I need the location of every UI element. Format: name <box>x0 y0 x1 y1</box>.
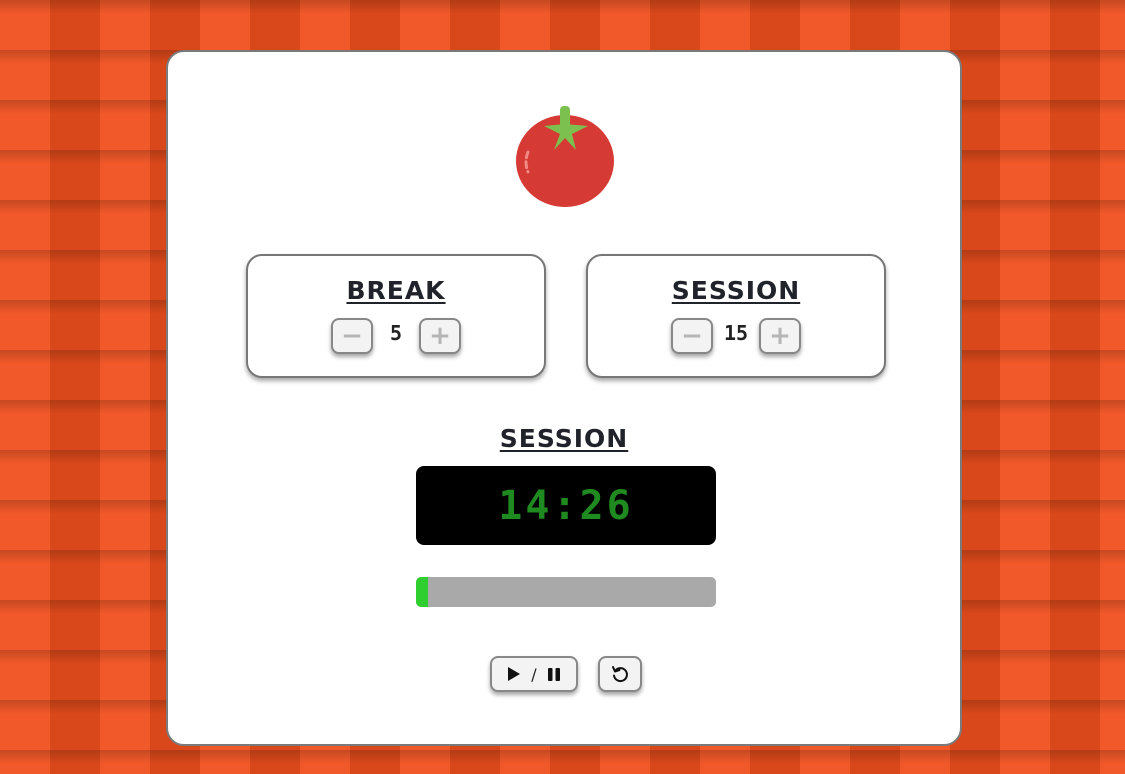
play-icon <box>508 667 521 681</box>
session-decrement-button[interactable]: − <box>671 318 713 354</box>
time-left: 14:26 <box>498 482 634 529</box>
reset-icon <box>612 666 628 683</box>
timer-label: SESSION <box>499 424 629 453</box>
break-panel: BREAK − 5 + <box>246 254 546 378</box>
session-title: SESSION <box>671 276 801 305</box>
session-length-value: 15 <box>723 321 749 345</box>
break-decrement-button[interactable]: − <box>331 318 373 354</box>
timer-display: 14:26 <box>416 466 716 545</box>
pause-icon <box>547 667 560 681</box>
break-length-value: 5 <box>389 321 403 345</box>
break-controls: − 5 + <box>248 318 544 354</box>
break-title: BREAK <box>346 276 446 305</box>
progress-fill <box>416 577 428 607</box>
play-pause-separator: / <box>531 664 537 684</box>
session-controls: − 15 + <box>588 318 884 354</box>
start-stop-button[interactable]: / <box>490 656 578 692</box>
break-increment-button[interactable]: + <box>419 318 461 354</box>
pomodoro-card: BREAK − 5 + SESSION − 15 + SESSION 14:26… <box>166 50 962 746</box>
session-increment-button[interactable]: + <box>759 318 801 354</box>
progress-bar <box>416 577 716 607</box>
reset-button[interactable] <box>598 656 642 692</box>
tomato-icon <box>516 106 614 207</box>
session-panel: SESSION − 15 + <box>586 254 886 378</box>
